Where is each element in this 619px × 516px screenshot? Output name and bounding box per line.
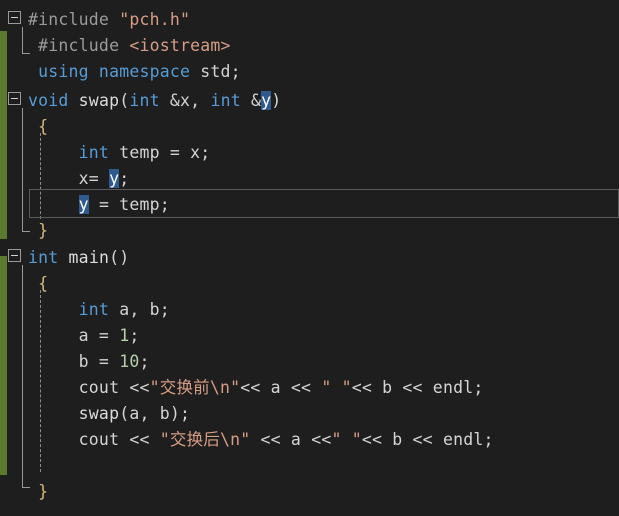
- code-line-include-pch[interactable]: #include "pch.h": [28, 7, 190, 33]
- code-token: "交换后\n": [159, 430, 251, 449]
- code-token: (): [109, 248, 130, 267]
- code-line-main-open-brace[interactable]: {: [28, 271, 48, 297]
- code-token: x=: [28, 169, 110, 188]
- code-line-include-iostream[interactable]: #include <iostream>: [28, 33, 231, 59]
- fold-marker-include-block[interactable]: [8, 11, 21, 24]
- outline-line-main: [22, 265, 23, 487]
- code-line-main-close-brace[interactable]: }: [28, 479, 48, 505]
- code-token: void: [28, 91, 79, 110]
- code-token: int: [210, 91, 251, 110]
- code-token: a, b: [129, 404, 170, 423]
- code-token: swap: [78, 91, 120, 110]
- code-token: swap: [28, 404, 120, 423]
- code-token: }: [28, 221, 49, 240]
- code-token: &: [251, 91, 262, 110]
- code-token: << a <<: [250, 430, 332, 449]
- code-token: #include: [28, 36, 130, 55]
- code-token: a, b;: [119, 300, 170, 319]
- code-line-blank[interactable]: [28, 453, 38, 479]
- code-line-declare-a-b[interactable]: int a, b;: [28, 297, 170, 323]
- code-line-cout-after[interactable]: cout << "交换后\n" << a <<" "<< b << endl;: [28, 427, 494, 453]
- code-line-assign-b[interactable]: b = 10;: [28, 349, 150, 375]
- selected-token: y: [109, 169, 120, 188]
- code-token: << b << endl;: [361, 430, 494, 449]
- code-token: (: [119, 404, 130, 423]
- code-token: " ": [321, 378, 352, 397]
- code-line-main-signature[interactable]: int main(): [28, 245, 129, 271]
- change-marker-upper: [0, 31, 7, 239]
- code-token: &x,: [169, 91, 211, 110]
- code-token: }: [28, 482, 49, 501]
- code-token: int: [28, 143, 120, 162]
- code-token: << b << endl;: [351, 378, 484, 397]
- code-token: ;: [139, 352, 150, 371]
- code-token: "pch.h": [119, 10, 191, 29]
- outline-line-include: [22, 27, 23, 53]
- code-token: int: [129, 91, 170, 110]
- code-token: using namespace: [28, 62, 201, 81]
- fold-marker-main-function[interactable]: [8, 249, 21, 262]
- code-token: {: [28, 117, 49, 136]
- code-line-call-swap[interactable]: swap(a, b);: [28, 401, 190, 427]
- code-line-assign-x[interactable]: x= y;: [28, 166, 129, 192]
- code-token: #include: [28, 10, 120, 29]
- code-token: << a <<: [240, 378, 322, 397]
- code-token: cout <<: [28, 430, 160, 449]
- code-token: b =: [28, 352, 120, 371]
- code-line-cout-before[interactable]: cout <<"交换前\n"<< a << " "<< b << endl;: [28, 375, 484, 401]
- outline-line-swap: [22, 108, 23, 231]
- selected-token: y: [78, 195, 89, 214]
- fold-marker-swap-function[interactable]: [8, 92, 21, 105]
- code-token: ): [271, 91, 282, 110]
- code-token: 1: [119, 326, 130, 345]
- code-line-declare-temp[interactable]: int temp = x;: [28, 140, 211, 166]
- code-line-assign-a[interactable]: a = 1;: [28, 323, 140, 349]
- code-line-assign-y[interactable]: y = temp;: [28, 192, 170, 218]
- code-line-swap-close-brace[interactable]: }: [28, 218, 48, 244]
- code-token: = temp;: [88, 195, 170, 214]
- code-editor[interactable]: #include "pch.h" #include <iostream> usi…: [0, 0, 619, 516]
- code-token: "交换前\n": [149, 378, 241, 397]
- code-token: " ": [331, 430, 362, 449]
- code-line-using-namespace[interactable]: using namespace std;: [28, 59, 241, 85]
- code-token: ;: [119, 169, 130, 188]
- code-token: 10: [119, 352, 140, 371]
- selected-token: y: [261, 91, 272, 110]
- code-token: ;: [129, 326, 140, 345]
- change-marker-lower: [0, 256, 7, 475]
- code-line-swap-open-brace[interactable]: {: [28, 114, 48, 140]
- code-token: int: [28, 248, 69, 267]
- code-token: <iostream>: [129, 36, 231, 55]
- code-token: );: [169, 404, 191, 423]
- code-token: {: [28, 274, 49, 293]
- code-token: (: [119, 91, 130, 110]
- code-token: temp = x;: [119, 143, 211, 162]
- code-line-swap-signature[interactable]: void swap(int &x, int &y): [28, 88, 281, 114]
- code-token: int: [28, 300, 120, 319]
- code-token: main: [68, 248, 110, 267]
- code-token: std;: [200, 62, 241, 81]
- code-token: a =: [28, 326, 120, 345]
- code-token: cout <<: [28, 378, 150, 397]
